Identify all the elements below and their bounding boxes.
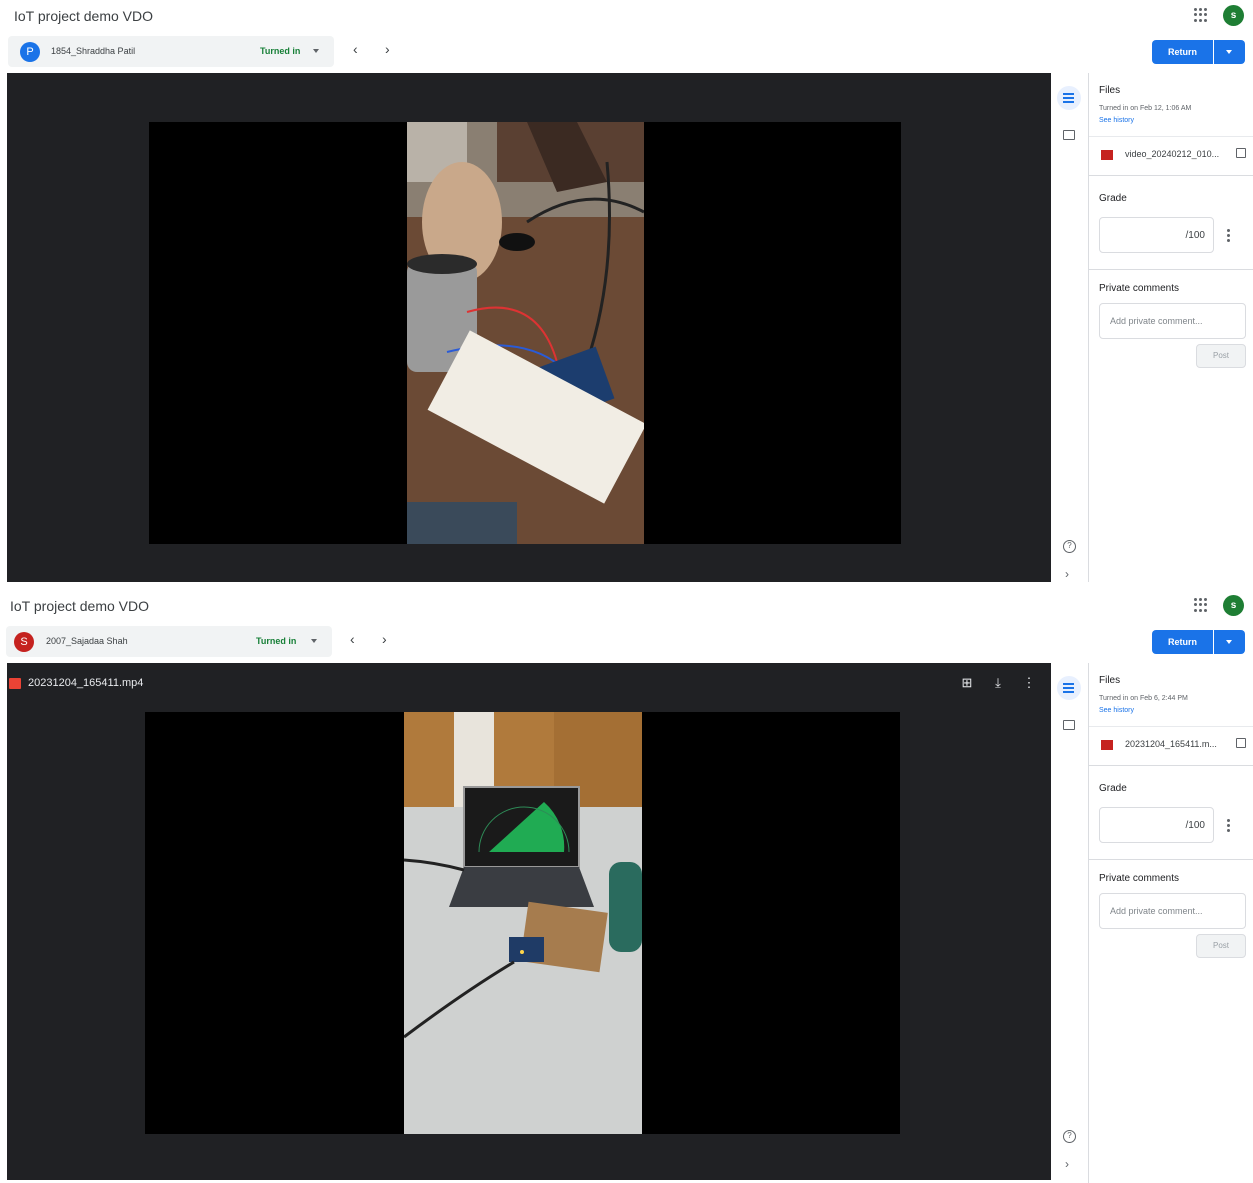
video-frame xyxy=(407,122,644,544)
chevron-down-icon[interactable] xyxy=(311,639,317,643)
student-name: 2007_Sajadaa Shah xyxy=(46,636,128,646)
private-comments-heading: Private comments xyxy=(1099,283,1180,294)
see-history-link[interactable]: See history xyxy=(1099,117,1134,124)
user-avatar[interactable]: s xyxy=(1223,5,1244,26)
assignment-title: IoT project demo VDO xyxy=(10,598,150,614)
files-heading: Files xyxy=(1099,675,1121,686)
student-status: Turned in xyxy=(260,46,301,56)
previous-student-button[interactable]: ‹ xyxy=(353,41,358,57)
next-student-button[interactable]: › xyxy=(385,41,390,57)
return-dropdown-button[interactable] xyxy=(1214,40,1245,64)
post-button[interactable]: Post xyxy=(1196,344,1246,368)
comment-icon[interactable] xyxy=(1063,130,1075,140)
video-still-breadboard xyxy=(407,122,644,544)
attachment-row[interactable]: 20231204_165411.m... xyxy=(1089,726,1253,766)
divider xyxy=(1089,859,1253,860)
video-player[interactable] xyxy=(145,712,900,1134)
video-file-icon xyxy=(9,678,21,689)
attachment-row[interactable]: video_20240212_010... xyxy=(1089,136,1253,176)
file-viewer: 20231204_165411.mp4 ⊞ ⤓ ⋮ xyxy=(7,663,1051,1180)
grade-max: /100 xyxy=(1185,820,1205,831)
next-student-button[interactable]: › xyxy=(382,631,387,647)
chevron-right-icon[interactable]: › xyxy=(1065,1157,1069,1171)
previous-student-button[interactable]: ‹ xyxy=(350,631,355,647)
attachment-name: 20231204_165411.m... xyxy=(1125,739,1217,749)
video-file-icon xyxy=(1101,740,1113,750)
video-file-icon xyxy=(1101,150,1113,160)
viewer-toolbar: ⊞ ⤓ ⋮ xyxy=(959,675,1039,693)
viewer-file-name: 20231204_165411.mp4 xyxy=(28,677,144,689)
grade-input[interactable]: /100 xyxy=(1099,217,1214,253)
comment-icon[interactable] xyxy=(1063,720,1075,730)
student-selector[interactable]: S 2007_Sajadaa Shah Turned in xyxy=(6,626,332,657)
divider xyxy=(1089,269,1253,270)
student-name: 1854_Shraddha Patil xyxy=(51,46,136,56)
student-selector[interactable]: P 1854_Shraddha Patil Turned in xyxy=(8,36,334,67)
details-icon[interactable] xyxy=(1057,676,1081,700)
attachment-name: video_20240212_010... xyxy=(1125,149,1220,159)
help-icon[interactable]: ? xyxy=(1063,540,1076,553)
files-heading: Files xyxy=(1099,85,1121,96)
open-in-new-icon[interactable] xyxy=(1236,738,1246,748)
return-button[interactable]: Return xyxy=(1152,630,1213,654)
open-in-new-icon[interactable] xyxy=(1236,148,1246,158)
chevron-right-icon[interactable]: › xyxy=(1065,567,1069,581)
private-comment-input[interactable]: Add private comment... xyxy=(1099,893,1246,929)
grade-heading: Grade xyxy=(1099,783,1127,794)
grading-panel-1: IoT project demo VDO s P 1854_Shraddha P… xyxy=(0,0,1253,582)
side-rail: ? › xyxy=(1051,663,1088,1172)
help-icon[interactable]: ? xyxy=(1063,1130,1076,1143)
video-frame xyxy=(404,712,642,1134)
grading-panel-2: IoT project demo VDO s S 2007_Sajadaa Sh… xyxy=(0,590,1253,1183)
chevron-down-icon xyxy=(1226,50,1232,54)
download-icon[interactable]: ⤓ xyxy=(990,675,1006,691)
post-button[interactable]: Post xyxy=(1196,934,1246,958)
return-dropdown-button[interactable] xyxy=(1214,630,1245,654)
grade-heading: Grade xyxy=(1099,193,1127,204)
student-avatar: S xyxy=(14,632,34,652)
private-comment-input[interactable]: Add private comment... xyxy=(1099,303,1246,339)
user-avatar[interactable]: s xyxy=(1223,595,1244,616)
student-status: Turned in xyxy=(256,636,297,646)
more-vert-icon[interactable] xyxy=(1227,819,1230,832)
video-still-radar xyxy=(404,712,642,1134)
turned-in-time: Turned in on Feb 6, 2:44 PM xyxy=(1099,695,1188,702)
details-panel: Files Turned in on Feb 12, 1:06 AM See h… xyxy=(1088,73,1253,582)
grade-max: /100 xyxy=(1185,230,1205,241)
grade-input[interactable]: /100 xyxy=(1099,807,1214,843)
video-player[interactable] xyxy=(149,122,901,544)
more-vert-icon[interactable]: ⋮ xyxy=(1021,675,1037,691)
apps-grid-icon[interactable] xyxy=(1194,598,1208,612)
apps-grid-icon[interactable] xyxy=(1194,8,1208,22)
app-bar: IoT project demo VDO s xyxy=(0,590,1253,624)
details-panel: Files Turned in on Feb 6, 2:44 PM See hi… xyxy=(1088,663,1253,1183)
student-avatar: P xyxy=(20,42,40,62)
file-viewer xyxy=(7,73,1051,582)
add-comment-icon[interactable]: ⊞ xyxy=(959,675,975,691)
turned-in-time: Turned in on Feb 12, 1:06 AM xyxy=(1099,105,1192,112)
assignment-title: IoT project demo VDO xyxy=(14,8,154,24)
chevron-down-icon xyxy=(1226,640,1232,644)
more-vert-icon[interactable] xyxy=(1227,229,1230,242)
private-comments-heading: Private comments xyxy=(1099,873,1180,884)
return-button[interactable]: Return xyxy=(1152,40,1213,64)
side-rail: ? › xyxy=(1051,73,1088,582)
app-bar: IoT project demo VDO s xyxy=(0,0,1253,34)
see-history-link[interactable]: See history xyxy=(1099,707,1134,714)
details-icon[interactable] xyxy=(1057,86,1081,110)
chevron-down-icon[interactable] xyxy=(313,49,319,53)
